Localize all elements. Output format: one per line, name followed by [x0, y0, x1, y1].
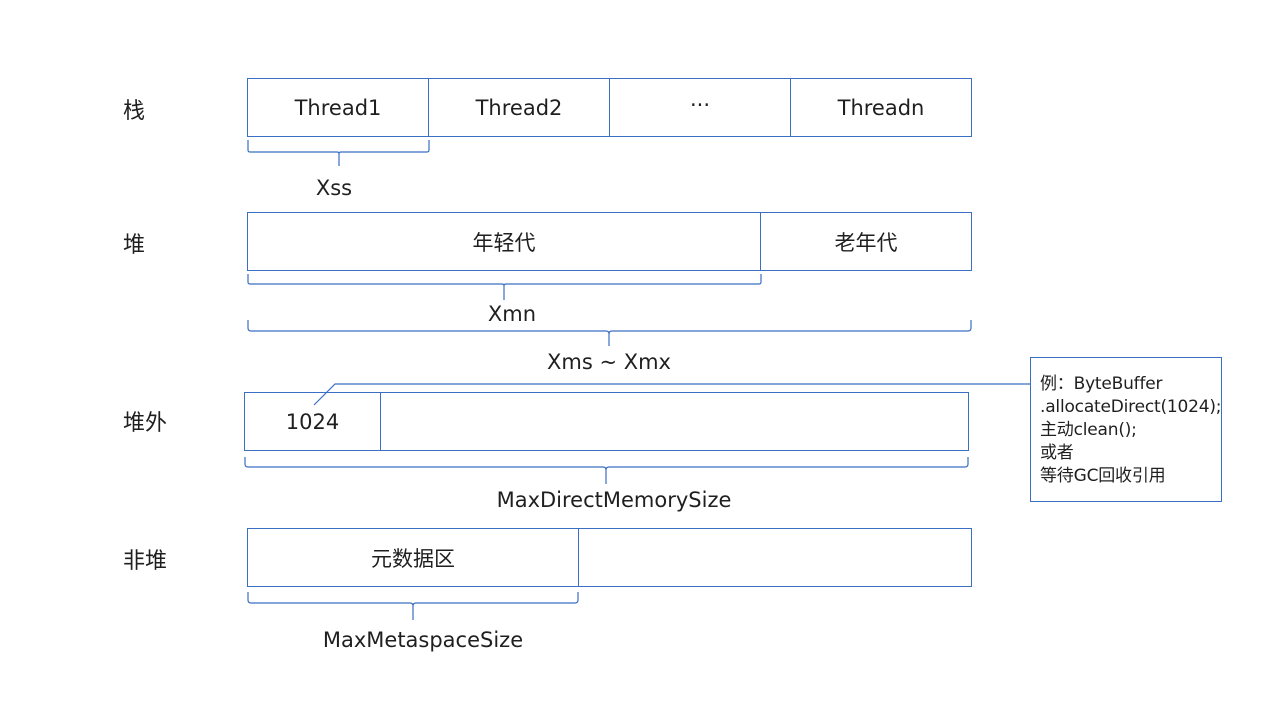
old-gen-cell: 老年代 [760, 212, 972, 271]
callout-note: 例：ByteBuffer .allocateDirect(1024); 主动cl… [1030, 357, 1222, 502]
thread1-cell: Thread1 [247, 78, 429, 137]
ellipsis-cell: ··· [609, 78, 791, 137]
thread2-cell: Thread2 [428, 78, 610, 137]
young-gen-cell: 年轻代 [247, 212, 761, 271]
threadn-cell: Threadn [790, 78, 972, 137]
max-metaspace-label: MaxMetaspaceSize [322, 628, 524, 652]
offheap-free-cell [380, 392, 969, 451]
heap-label: 堆 [123, 233, 146, 258]
note-line-1: 例：ByteBuffer [1040, 374, 1163, 394]
offheap-1024-cell: 1024 [244, 392, 381, 451]
xmn-label: Xmn [487, 302, 537, 326]
max-metaspace-brace [247, 592, 579, 620]
note-line-2: .allocateDirect(1024); [1040, 397, 1222, 417]
xms-xmx-label: Xms ~ Xmx [546, 350, 671, 374]
stack-label: 栈 [123, 99, 146, 124]
xmn-brace [247, 274, 762, 300]
nonheap-free-cell [578, 528, 972, 587]
note-line-4: 或者 [1040, 443, 1074, 463]
metaspace-cell: 元数据区 [247, 528, 579, 587]
note-line-5: 等待GC回收引用 [1040, 466, 1166, 486]
xss-brace [247, 140, 430, 166]
xss-label: Xss [315, 176, 353, 200]
nonheap-label: 非堆 [123, 549, 168, 574]
note-line-3: 主动clean(); [1040, 420, 1137, 440]
xms-xmx-brace [247, 320, 972, 346]
max-direct-memory-brace [244, 457, 969, 484]
offheap-label: 堆外 [123, 411, 168, 436]
max-direct-memory-label: MaxDirectMemorySize [496, 488, 732, 512]
